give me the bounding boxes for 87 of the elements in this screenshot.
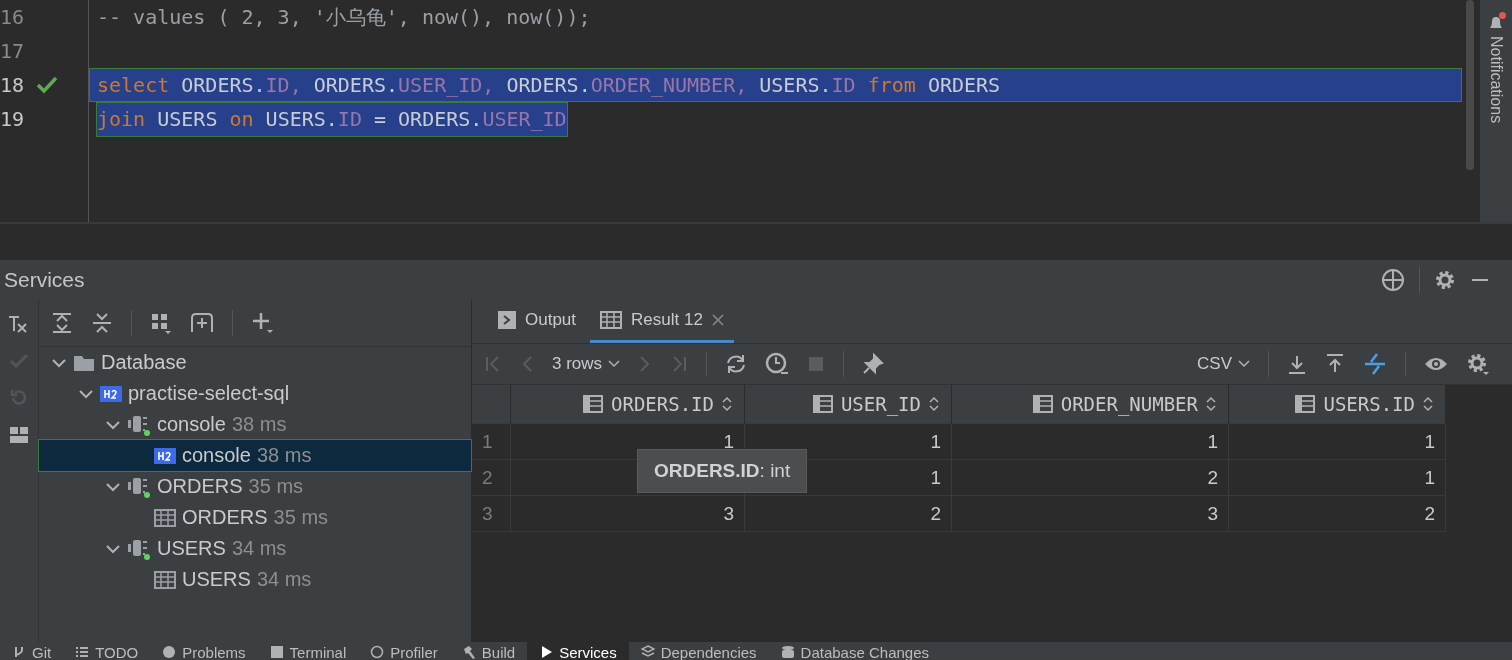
tree-item[interactable]: ORDERS 35 ms bbox=[39, 502, 471, 533]
tree-item[interactable]: ORDERS 35 ms bbox=[39, 471, 471, 502]
settings-icon[interactable] bbox=[1466, 352, 1490, 376]
table-icon bbox=[600, 311, 623, 329]
add-icon[interactable] bbox=[251, 311, 275, 335]
table-icon bbox=[154, 508, 176, 527]
table-cell: 3 bbox=[951, 495, 1229, 532]
table-cell: 1 bbox=[1228, 423, 1446, 460]
tree-item[interactable]: Database bbox=[39, 347, 471, 378]
sort-icon bbox=[1423, 396, 1433, 412]
row-number: 2 bbox=[472, 459, 511, 496]
table-cell: 2 bbox=[1228, 495, 1446, 532]
tool-window-tab[interactable]: Terminal bbox=[257, 642, 359, 660]
sort-icon bbox=[1206, 396, 1216, 412]
folder-icon bbox=[73, 353, 95, 372]
add-service-icon[interactable] bbox=[190, 312, 214, 334]
tool-window-tab[interactable]: TODO bbox=[63, 642, 151, 660]
download-icon[interactable] bbox=[1287, 354, 1307, 374]
layers-icon bbox=[640, 645, 655, 659]
tree-item[interactable]: console 38 ms bbox=[39, 440, 471, 471]
line-number: 19 bbox=[0, 107, 24, 131]
row-number: 1 bbox=[472, 423, 511, 460]
console-icon bbox=[498, 311, 516, 329]
tree-item[interactable]: USERS 34 ms bbox=[39, 533, 471, 564]
panel-title: Services bbox=[4, 268, 86, 292]
session-icon bbox=[127, 537, 151, 560]
list-icon bbox=[75, 645, 90, 659]
code-line: join USERS on USERS.ID = ORDERS.USER_ID bbox=[97, 106, 567, 133]
collapse-all-icon[interactable] bbox=[91, 312, 113, 334]
row-number: 3 bbox=[472, 495, 511, 532]
refresh-icon[interactable] bbox=[725, 353, 748, 375]
close-icon[interactable] bbox=[711, 314, 724, 326]
check-icon[interactable] bbox=[9, 352, 29, 370]
table-cell: 2 bbox=[951, 459, 1229, 496]
result-tab[interactable]: Output bbox=[488, 300, 587, 343]
table-cell: 2 bbox=[744, 495, 952, 532]
table-icon bbox=[154, 570, 176, 589]
pin-icon[interactable] bbox=[862, 353, 885, 375]
hammer-icon bbox=[461, 645, 476, 659]
export-format-dropdown[interactable]: CSV bbox=[1197, 354, 1250, 374]
tree-item[interactable]: USERS 34 ms bbox=[39, 564, 471, 595]
result-tab[interactable]: Result 12 bbox=[590, 300, 734, 343]
line-number: 18 bbox=[0, 73, 24, 97]
tool-window-tab[interactable]: Profiler bbox=[358, 642, 450, 660]
table-cell: 1 bbox=[951, 423, 1229, 460]
transaction-icon[interactable] bbox=[8, 314, 30, 334]
tool-window-tab[interactable]: Git bbox=[0, 642, 64, 660]
column-icon bbox=[1032, 395, 1053, 413]
h2-database-icon bbox=[154, 447, 176, 464]
tool-window-tab[interactable]: Dependencies bbox=[628, 642, 769, 660]
scrollbar[interactable] bbox=[1466, 0, 1474, 170]
session-icon bbox=[127, 475, 151, 498]
database-icon bbox=[780, 645, 795, 659]
settings-icon[interactable] bbox=[1434, 269, 1456, 291]
play-icon bbox=[539, 645, 554, 659]
sort-icon bbox=[722, 396, 732, 412]
sort-icon bbox=[929, 396, 939, 412]
upload-icon[interactable] bbox=[1325, 354, 1345, 374]
column-icon bbox=[1295, 395, 1316, 413]
tree-item[interactable]: practise-select-sql bbox=[39, 378, 471, 409]
h2-database-icon bbox=[100, 385, 122, 402]
group-icon[interactable] bbox=[150, 312, 172, 334]
code-line: select ORDERS.ID, ORDERS.USER_ID, ORDERS.ORDER_NUMBER, USERS.ID from ORDERS bbox=[97, 72, 1001, 99]
eye-icon[interactable] bbox=[1424, 355, 1448, 373]
expand-all-icon[interactable] bbox=[51, 312, 73, 334]
crosshair-icon[interactable] bbox=[1381, 268, 1405, 292]
chevron-down-icon bbox=[1238, 359, 1250, 369]
layout-icon[interactable] bbox=[9, 426, 29, 444]
session-icon bbox=[127, 413, 151, 436]
tool-window-tab[interactable]: Problems bbox=[150, 642, 258, 660]
branch-icon bbox=[12, 645, 26, 659]
table-cell: 3 bbox=[510, 495, 745, 532]
line-number: 16 bbox=[0, 5, 24, 29]
line-number: 17 bbox=[0, 39, 24, 63]
check-icon bbox=[36, 76, 58, 94]
tool-window-tab[interactable]: Services bbox=[527, 642, 629, 660]
tree-item[interactable]: console 38 ms bbox=[39, 409, 471, 440]
column-icon bbox=[583, 395, 604, 413]
chevron-down-icon bbox=[608, 359, 621, 369]
code-line: -- values ( 2, 3, '小乌龟', now(), now()); bbox=[97, 4, 591, 31]
tool-window-tab[interactable]: Build bbox=[449, 642, 528, 660]
column-icon bbox=[812, 395, 833, 413]
tool-window-tab[interactable]: Database Changes bbox=[768, 642, 942, 660]
page-size-dropdown[interactable]: 3 rows bbox=[552, 354, 621, 374]
table-cell: 1 bbox=[1228, 459, 1446, 496]
history-icon[interactable] bbox=[765, 352, 790, 376]
tooltip: ORDERS.ID: int bbox=[637, 449, 808, 493]
